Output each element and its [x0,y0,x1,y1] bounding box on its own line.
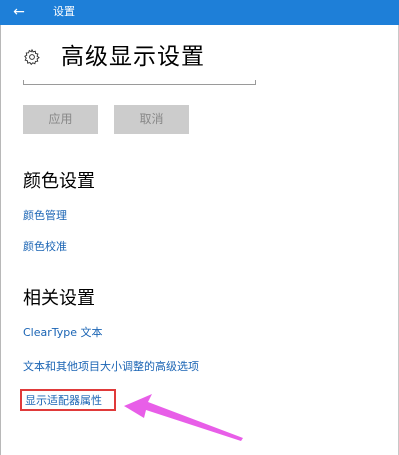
apply-button[interactable]: 应用 [23,105,98,134]
advanced-sizing-link[interactable]: 文本和其他项目大小调整的高级选项 [23,359,199,375]
color-calibration-link[interactable]: 颜色校准 [23,239,67,255]
back-arrow-icon[interactable]: ← [8,2,30,22]
arrow-shape [124,394,243,441]
cleartype-text-link[interactable]: ClearType 文本 [23,325,103,341]
color-settings-heading: 颜色设置 [23,171,95,192]
color-management-link[interactable]: 颜色管理 [23,208,67,224]
window-border-left [0,25,1,455]
window-title: 设置 [53,5,75,18]
cancel-button[interactable]: 取消 [114,105,189,134]
title-underline [23,84,256,85]
highlight-box [20,389,116,411]
page-title: 高级显示设置 [61,44,205,70]
title-bar: ← 设置 [0,0,399,25]
underline-tick-right [255,80,256,85]
related-settings-heading: 相关设置 [23,288,95,309]
gear-icon [24,48,40,66]
underline-tick-left [23,80,24,85]
